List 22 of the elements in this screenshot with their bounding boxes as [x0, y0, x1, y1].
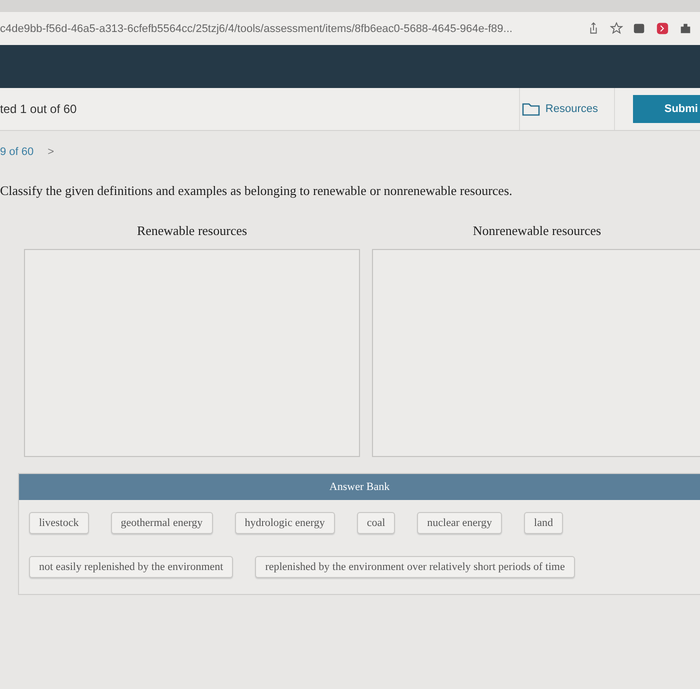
question-text: Classify the given definitions and examples as belonging to renewable or nonrenewable resources.: [0, 183, 514, 200]
answer-bank-title: Answer Bank: [19, 474, 700, 500]
question-position: 9 of 60: [0, 146, 34, 158]
answer-chip[interactable]: livestock: [29, 512, 89, 534]
answer-chip[interactable]: hydrologic energy: [234, 512, 335, 534]
category-label: Nonrenewable resources: [472, 223, 602, 240]
answer-chip[interactable]: nuclear energy: [417, 512, 502, 534]
progress-text: ted 1 out of 60: [0, 102, 78, 116]
resources-button[interactable]: Resources: [519, 88, 615, 130]
answer-chip[interactable]: not easily replenished by the environment: [29, 556, 234, 578]
answer-chip[interactable]: land: [524, 512, 563, 534]
submit-button[interactable]: Submi: [633, 95, 700, 123]
answer-chip[interactable]: geothermal energy: [110, 512, 213, 534]
extension-icon[interactable]: [633, 22, 646, 35]
answer-chip[interactable]: replenished by the environment over relatively short periods of time: [255, 556, 575, 578]
extension-icon[interactable]: [656, 22, 669, 35]
star-icon[interactable]: [610, 22, 623, 35]
category-label: Renewable resources: [136, 223, 248, 240]
folder-icon: [522, 102, 540, 116]
next-button[interactable]: >: [48, 146, 54, 158]
puzzle-icon[interactable]: [679, 22, 692, 35]
answer-chip[interactable]: coal: [356, 512, 396, 534]
